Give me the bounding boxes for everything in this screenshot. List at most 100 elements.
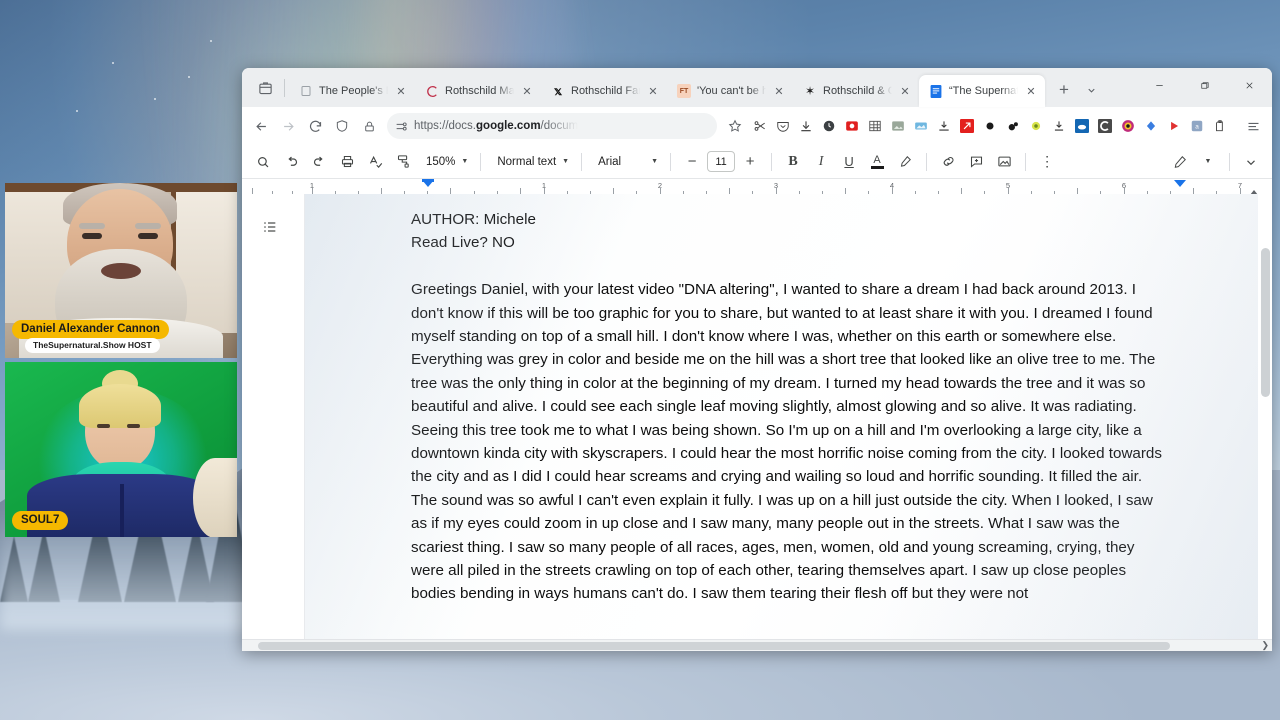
italic-button[interactable]: I	[808, 149, 834, 175]
browser-tab-2[interactable]: 𝕩 Rothschild Family A ✕	[541, 75, 667, 107]
doc-line-author: AUTHOR: Michele	[411, 211, 536, 228]
pocket-extension-icon[interactable]	[772, 115, 794, 137]
financial-times-icon: FT	[677, 84, 691, 98]
page-settings-icon[interactable]	[395, 121, 408, 132]
browser-menu-icon[interactable]	[1240, 113, 1266, 139]
c-extension-icon[interactable]	[1094, 115, 1116, 137]
chevron-down-icon[interactable]	[1079, 77, 1103, 103]
red-arrow-extension-icon[interactable]	[956, 115, 978, 137]
document-text[interactable]: AUTHOR: Michele Read Live? NO Greetings …	[411, 208, 1163, 606]
horizontal-scroll-thumb[interactable]	[258, 642, 1170, 650]
close-button[interactable]	[1227, 68, 1272, 102]
collapse-toolbar-icon[interactable]	[1238, 149, 1264, 175]
underline-button[interactable]: U	[836, 149, 862, 175]
doc-line-readlive: Read Live? NO	[411, 234, 515, 252]
sky-speck	[188, 76, 190, 78]
document-page[interactable]: AUTHOR: Michele Read Live? NO Greetings …	[304, 194, 1258, 641]
edit-pencil-icon[interactable]	[1167, 149, 1193, 175]
decrease-font-size-button[interactable]: −	[679, 149, 705, 175]
highlight-pen-icon[interactable]	[892, 149, 918, 175]
bold-button[interactable]: B	[780, 149, 806, 175]
google-docs-icon	[929, 84, 943, 98]
save-extension-icon[interactable]	[933, 115, 955, 137]
document-canvas[interactable]: AUTHOR: Michele Read Live? NO Greetings …	[242, 194, 1272, 651]
minimize-button[interactable]	[1137, 68, 1182, 102]
editing-mode-caret[interactable]: ▼	[1195, 149, 1221, 175]
toolbar-divider	[480, 152, 482, 171]
reload-icon[interactable]	[302, 113, 328, 139]
vertical-scroll-thumb[interactable]	[1261, 248, 1270, 398]
paint-format-icon[interactable]	[390, 149, 416, 175]
font-family-select[interactable]: Arial ▼	[590, 149, 662, 175]
play-extension-icon[interactable]	[1163, 115, 1185, 137]
bubbles-extension-icon[interactable]	[1002, 115, 1024, 137]
add-comment-icon[interactable]	[963, 149, 989, 175]
browser-tab-1[interactable]: Rothschild Masterpi ✕	[415, 75, 541, 107]
toolbar-divider	[1025, 152, 1027, 171]
navigation-bar: https://docs.google.com/docum a	[242, 107, 1272, 145]
sky-speck	[76, 110, 78, 112]
address-bar[interactable]: https://docs.google.com/docum	[387, 113, 717, 139]
diamond-extension-icon[interactable]	[1140, 115, 1162, 137]
black-dot-extension-icon[interactable]	[979, 115, 1001, 137]
sky-speck	[112, 62, 114, 64]
browser-tab-0[interactable]: The People's Bread F ✕	[289, 75, 415, 107]
download-arrow-extension-icon[interactable]	[1048, 115, 1070, 137]
browser-tab-3[interactable]: FT 'You can't be half pr ✕	[667, 75, 793, 107]
star-icon[interactable]	[722, 113, 748, 139]
back-arrow-icon[interactable]	[248, 113, 274, 139]
font-size-input[interactable]: 11	[707, 151, 736, 172]
scissors-extension-icon[interactable]	[749, 115, 771, 137]
search-icon[interactable]	[250, 149, 276, 175]
image-extension-icon[interactable]	[887, 115, 909, 137]
more-options-icon[interactable]: ⋮	[1034, 149, 1060, 175]
shield-icon[interactable]	[329, 113, 355, 139]
zoom-select[interactable]: 150% ▼	[418, 149, 472, 175]
document-outline-icon[interactable]	[262, 219, 278, 235]
toolbar-divider	[771, 152, 773, 171]
clipboard-extension-icon[interactable]	[1209, 115, 1231, 137]
grid-extension-icon[interactable]	[864, 115, 886, 137]
clock-extension-icon[interactable]	[818, 115, 840, 137]
close-icon[interactable]: ✕	[394, 85, 408, 98]
vertical-scrollbar[interactable]	[1261, 196, 1270, 633]
spellcheck-icon[interactable]	[362, 149, 388, 175]
photo-extension-icon[interactable]	[910, 115, 932, 137]
close-icon[interactable]: ✕	[772, 85, 786, 98]
print-icon[interactable]	[334, 149, 360, 175]
sky-speck	[154, 98, 156, 100]
camera-extension-icon[interactable]	[1117, 115, 1139, 137]
horizontal-scrollbar[interactable]: ❯	[242, 639, 1272, 651]
browser-tab-4[interactable]: ✶ Rothschild & Co cor ✕	[793, 75, 919, 107]
increase-font-size-button[interactable]: +	[737, 149, 763, 175]
sky-speck	[210, 40, 212, 42]
tab-title: Rothschild Masterpi	[445, 85, 514, 97]
new-tab-button[interactable]: +	[1051, 77, 1077, 103]
translate-extension-icon[interactable]: a	[1186, 115, 1208, 137]
tab-strip: The People's Bread F ✕ Rothschild Master…	[242, 68, 1272, 107]
yellow-circle-extension-icon[interactable]	[1025, 115, 1047, 137]
document-ruler[interactable]: 1 1 2 3 4 5 6 7	[242, 179, 1272, 194]
browser-tab-5-active[interactable]: “The Supernatural S ✕	[919, 75, 1045, 107]
close-icon[interactable]: ✕	[898, 85, 912, 98]
lock-icon[interactable]	[356, 113, 382, 139]
toolbar-divider	[1229, 152, 1230, 171]
insert-link-icon[interactable]	[935, 149, 961, 175]
download-extension-icon[interactable]	[795, 115, 817, 137]
text-color-button[interactable]: A	[864, 149, 890, 175]
blue-cloud-extension-icon[interactable]	[1071, 115, 1093, 137]
close-icon[interactable]: ✕	[646, 85, 660, 98]
paragraph-style-select[interactable]: Normal text ▼	[489, 149, 573, 175]
chevron-down-icon: ▼	[461, 158, 469, 165]
close-icon[interactable]: ✕	[520, 85, 534, 98]
close-icon[interactable]: ✕	[1024, 85, 1038, 98]
screenshot-extension-icon[interactable]	[841, 115, 863, 137]
insert-image-icon[interactable]	[991, 149, 1017, 175]
redo-icon[interactable]	[306, 149, 332, 175]
left-indent-marker[interactable]	[422, 180, 434, 187]
right-indent-marker[interactable]	[1174, 180, 1186, 187]
tab-search-icon[interactable]	[248, 73, 282, 103]
scroll-right-arrow-icon[interactable]: ❯	[1261, 640, 1269, 651]
undo-icon[interactable]	[278, 149, 304, 175]
maximize-button[interactable]	[1182, 68, 1227, 102]
